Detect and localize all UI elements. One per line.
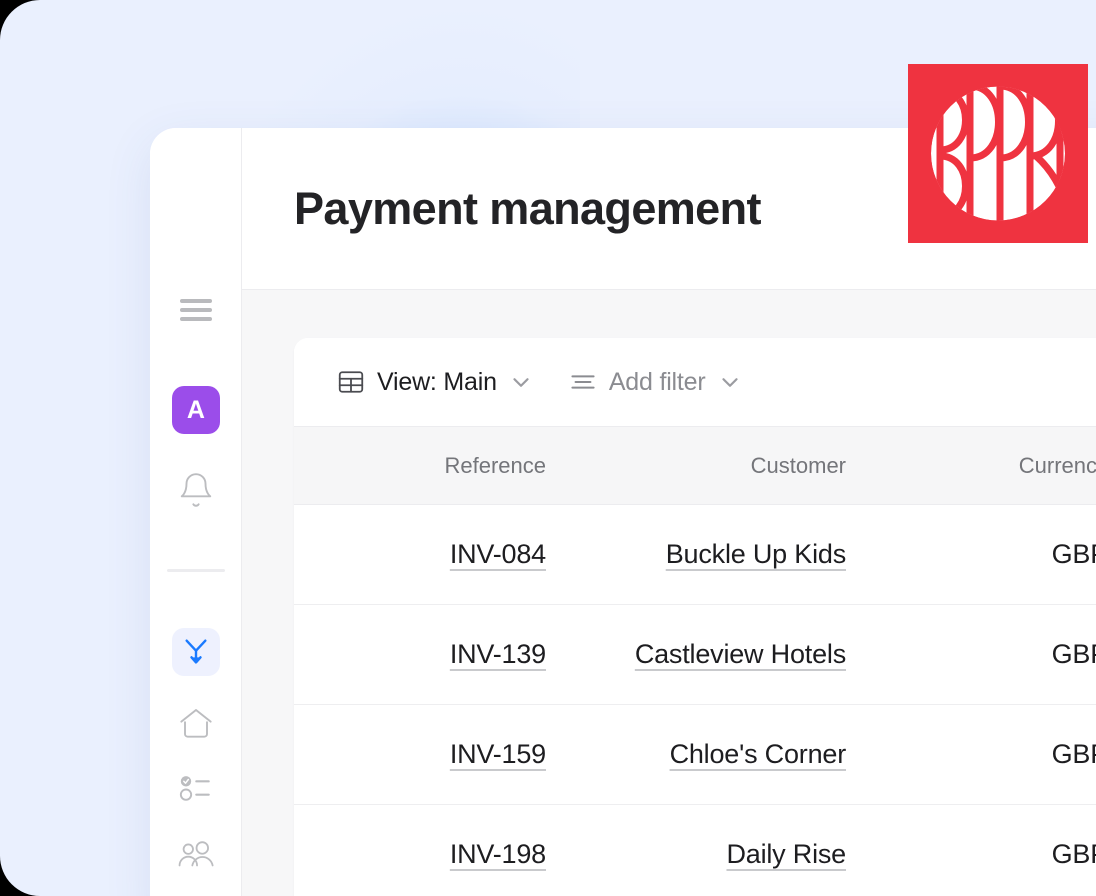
cell-currency: GBP [846,704,1096,805]
payments-table: Reference Customer Currency INV-084 [294,426,1096,896]
add-filter-label: Add filter [608,367,706,396]
sidebar-rail: A [150,128,242,896]
customer-link[interactable]: Buckle Up Kids [666,539,846,569]
column-header-currency[interactable]: Currency [846,426,1096,505]
cell-customer: Castleview Hotels [546,604,846,705]
sidebar-item-customers[interactable] [150,834,242,878]
bppr-logo [908,64,1088,243]
customer-link[interactable]: Castleview Hotels [635,639,846,669]
table-row[interactable]: INV-084 Buckle Up Kids GBP [294,504,1096,605]
column-header-reference[interactable]: Reference [294,426,546,505]
sidebar-item-notifications[interactable] [150,466,242,514]
cell-reference: INV-084 [294,504,546,605]
reference-link[interactable]: INV-159 [450,739,546,769]
view-selector[interactable]: View: Main [336,367,534,397]
cell-currency: GBP [846,504,1096,605]
table-header: Reference Customer Currency [294,426,1096,505]
app-window: A Payment management View: Main Add filt… [150,128,1096,896]
active-nav-pill [172,628,220,676]
sidebar-item-flows[interactable] [150,628,242,676]
sidebar-item-tasks[interactable] [150,766,242,810]
hamburger-icon [180,299,212,321]
cell-customer: Daily Rise [546,805,846,896]
reference-link[interactable]: INV-198 [450,839,546,869]
column-header-customer[interactable]: Customer [546,426,846,505]
home-icon [176,704,216,744]
cell-reference: INV-139 [294,604,546,705]
page-title: Payment management [294,182,761,234]
chevron-down-icon [721,378,738,387]
reference-link[interactable]: INV-139 [450,639,546,669]
customer-link[interactable]: Daily Rise [726,839,846,869]
bell-icon [177,471,215,509]
customer-link[interactable]: Chloe's Corner [670,739,847,769]
table-row[interactable]: INV-139 Castleview Hotels GBP [294,604,1096,705]
cell-reference: INV-198 [294,805,546,896]
table-toolbar: View: Main Add filter [294,338,1096,426]
sidebar-menu-button[interactable] [150,288,242,332]
table-row[interactable]: INV-159 Chloe's Corner GBP [294,704,1096,805]
cell-reference: INV-159 [294,704,546,805]
cell-customer: Buckle Up Kids [546,504,846,605]
reference-link[interactable]: INV-084 [450,539,546,569]
checklist-icon [176,776,216,808]
table-grid-icon [336,367,366,397]
cell-customer: Chloe's Corner [546,704,847,805]
table-body: INV-084 Buckle Up Kids GBP INV-13 [294,504,1096,896]
people-icon [175,835,217,877]
chevron-down-icon [513,378,529,387]
cell-currency: GBP [1051,839,1096,870]
page-body: View: Main Add filter Reference Customer… [242,290,1096,896]
table-header-row: Reference Customer Currency [294,426,1096,505]
table-card: View: Main Add filter Reference Customer… [294,338,1096,896]
add-filter-button[interactable]: Add filter [568,367,743,397]
view-selector-label: View: Main [377,367,497,396]
filter-lines-icon [568,367,598,397]
avatar-initial: A [172,386,220,434]
main-column: Payment management View: Main Add filter… [242,128,1096,896]
user-avatar[interactable]: A [150,386,242,434]
merge-arrow-icon [180,636,212,668]
sidebar-divider [167,569,225,572]
sidebar-item-home[interactable] [150,702,242,746]
bppr-logo-mark [931,86,1065,221]
cell-currency: GBP [846,604,1096,705]
table-row[interactable]: INV-198 Daily Rise GBP [294,805,1096,896]
screenshot-root: A Payment management View: Main Add filt… [0,0,1096,896]
